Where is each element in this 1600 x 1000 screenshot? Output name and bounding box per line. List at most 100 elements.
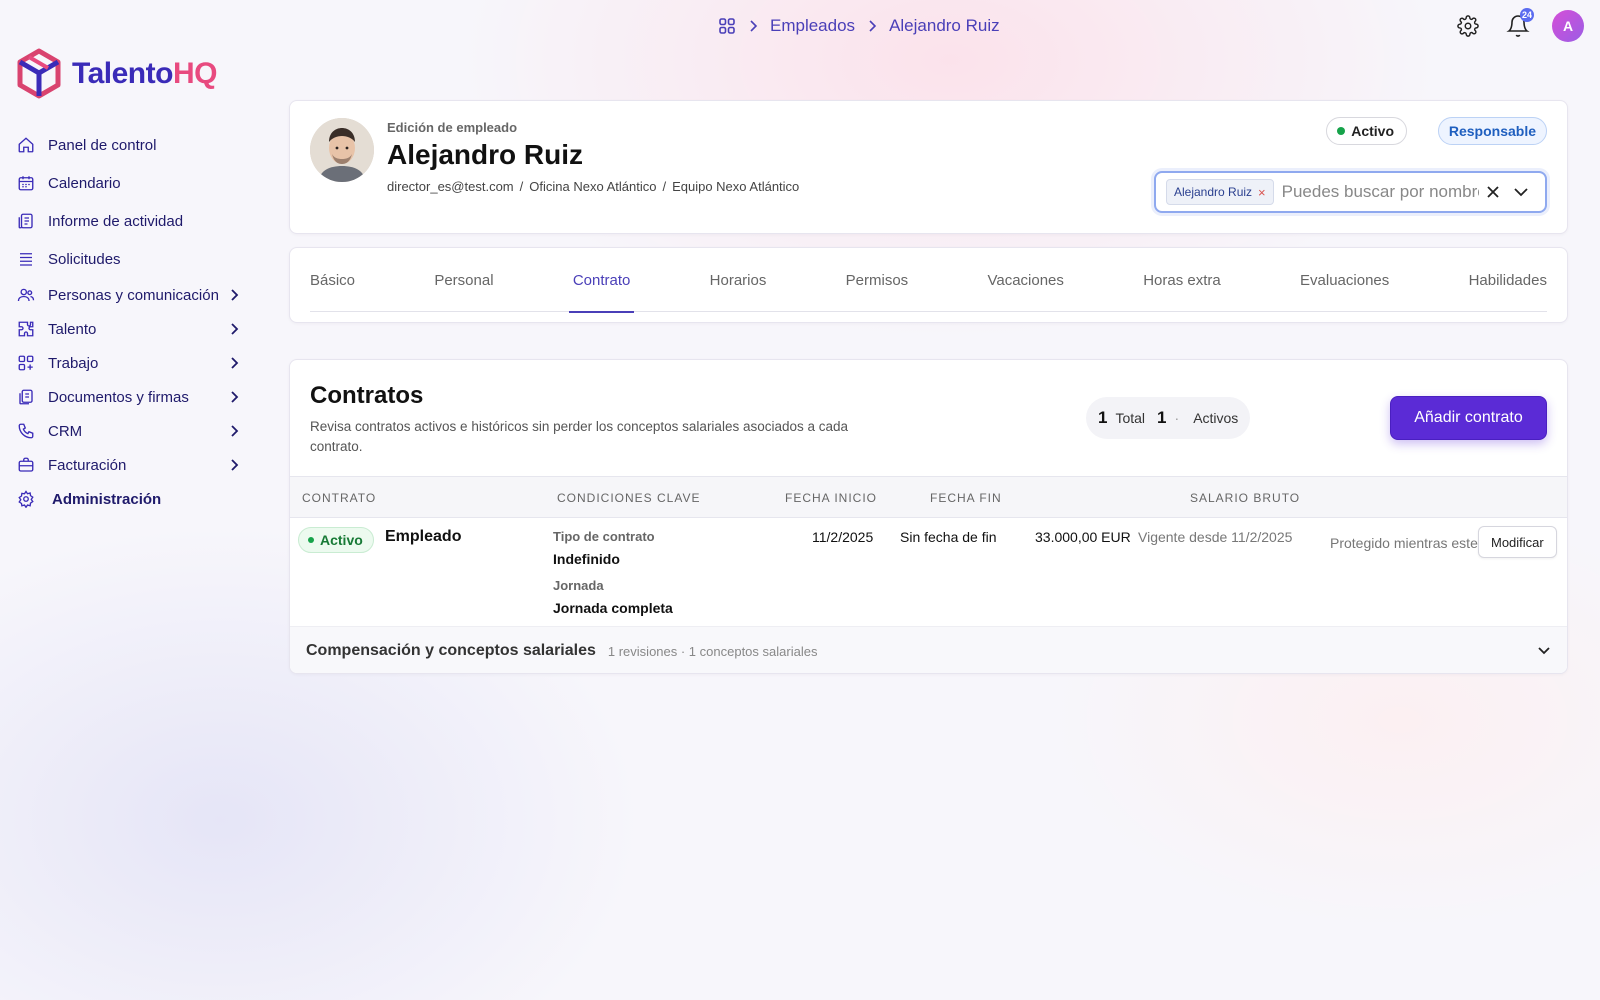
active-count: 1 <box>1157 408 1167 427</box>
compensation-summary: 1 revisiones · 1 conceptos salariales <box>607 643 818 659</box>
col-conditions: CONDICIONES CLAVE <box>557 491 701 505</box>
breadcrumb-current: Alejandro Ruiz <box>889 16 1000 35</box>
contracts-description: Revisa contratos activos e históricos si… <box>310 419 849 454</box>
phone-icon <box>16 421 36 441</box>
remove-chip-icon[interactable]: × <box>1258 185 1266 200</box>
clear-search-icon[interactable] <box>1479 178 1507 206</box>
col-gross-salary: SALARIO BRUTO <box>1190 491 1301 505</box>
notifications-button[interactable]: 24 <box>1502 8 1534 42</box>
chevron-right-icon <box>226 424 242 438</box>
tab-evaluations[interactable]: Evaluaciones <box>1300 248 1389 312</box>
list-icon <box>16 249 36 269</box>
contract-status-badge: Activo <box>298 527 374 553</box>
sidebar-item-documents[interactable]: Documentos y firmas <box>16 380 242 414</box>
chevron-right-icon <box>226 390 242 404</box>
employee-header-card: Edición de empleado Alejandro Ruiz direc… <box>289 100 1568 234</box>
chevron-right-icon <box>226 288 242 302</box>
calendar-icon <box>16 173 36 193</box>
puzzle-icon <box>16 319 36 339</box>
workday-value: Jornada completa <box>553 600 673 616</box>
employee-name: Alejandro Ruiz <box>387 139 584 170</box>
workday-label: Jornada <box>553 578 604 593</box>
user-avatar-button[interactable]: A <box>1552 10 1584 42</box>
total-count: 1 <box>1098 408 1108 427</box>
employee-search-select[interactable]: Alejandro Ruiz × <box>1154 171 1547 213</box>
table-row: Activo Empleado Tipo de contrato Indefin… <box>290 518 1567 626</box>
sidebar-item-calendar[interactable]: Calendario <box>16 164 242 202</box>
tab-leaves[interactable]: Permisos <box>846 248 909 312</box>
sidebar-item-billing[interactable]: Facturación <box>16 448 242 482</box>
people-icon <box>16 285 36 305</box>
chevron-down-icon[interactable] <box>1507 178 1535 206</box>
contract-type-label: Tipo de contrato <box>553 529 655 544</box>
gear-icon <box>16 489 36 509</box>
contracts-totals: 1 Total 1 · Activos <box>1086 397 1251 439</box>
protected-note: Protegido mientras este <box>1330 535 1478 551</box>
totals-separator: · <box>1174 410 1180 426</box>
chevron-right-icon <box>226 458 242 472</box>
selected-employee-chip: Alejandro Ruiz × <box>1166 179 1274 205</box>
tab-overtime[interactable]: Horas extra <box>1143 248 1221 312</box>
tab-personal[interactable]: Personal <box>434 248 493 312</box>
employee-photo <box>310 118 374 182</box>
sidebar-item-administration[interactable]: Administración <box>16 482 242 516</box>
tab-skills[interactable]: Habilidades <box>1469 248 1547 312</box>
add-contract-button[interactable]: Añadir contrato <box>1390 396 1547 440</box>
employee-email: director_es@test.com <box>387 179 514 194</box>
sidebar-item-requests[interactable]: Solicitudes <box>16 240 242 278</box>
apps-grid-icon[interactable] <box>718 17 736 35</box>
active-label: Activos <box>1193 410 1239 426</box>
report-icon <box>16 211 36 231</box>
cube-logo-icon <box>17 48 61 99</box>
employee-role-badge: Responsable <box>1437 117 1547 145</box>
status-dot <box>308 537 314 543</box>
contracts-card: Contratos Revisa contratos activos e his… <box>289 359 1568 674</box>
employee-search-input[interactable] <box>1281 182 1479 202</box>
employee-meta: director_es@test.com / Oficina Nexo Atlá… <box>387 179 799 194</box>
tab-contract[interactable]: Contrato <box>568 248 634 313</box>
sidebar-item-work[interactable]: Trabajo <box>16 346 242 380</box>
chevron-down-icon <box>1537 646 1551 656</box>
grid-plus-icon <box>16 353 36 373</box>
compensation-title: Compensación y conceptos salariales <box>306 642 596 659</box>
salary-valid-since: Vigente desde 11/2/2025 <box>1138 529 1293 545</box>
chevron-right-icon <box>226 356 242 370</box>
start-date: 11/2/2025 <box>812 529 874 545</box>
brand-name: TalentoHQ <box>72 57 217 90</box>
sidebar-item-people[interactable]: Personas y comunicación <box>16 278 242 312</box>
contracts-title: Contratos <box>310 382 424 409</box>
compensation-section-toggle[interactable]: Compensación y conceptos salariales 1 re… <box>290 626 1567 673</box>
tab-schedules[interactable]: Horarios <box>710 248 767 312</box>
contract-name: Empleado <box>385 528 462 545</box>
home-icon <box>16 135 36 155</box>
breadcrumb: Empleados Alejandro Ruiz <box>718 14 1000 38</box>
sidebar-item-talent[interactable]: Talento <box>16 312 242 346</box>
total-label: Total <box>1115 410 1146 426</box>
notification-count-badge: 24 <box>1519 8 1534 22</box>
contracts-table-header: CONTRATO CONDICIONES CLAVE FECHA INICIO … <box>290 476 1567 518</box>
modify-contract-button[interactable]: Modificar <box>1478 526 1557 558</box>
brand-logo[interactable]: TalentoHQ <box>16 48 217 100</box>
settings-button[interactable] <box>1452 10 1484 42</box>
sidebar-item-crm[interactable]: CRM <box>16 414 242 448</box>
end-date: Sin fecha de fin <box>900 529 997 545</box>
contract-type-value: Indefinido <box>553 551 620 567</box>
col-contract: CONTRATO <box>302 491 377 505</box>
col-start-date: FECHA INICIO <box>785 491 878 505</box>
chevron-right-icon <box>226 322 242 336</box>
sidebar-item-panel[interactable]: Panel de control <box>16 126 242 164</box>
meta-separator: / <box>662 179 667 194</box>
status-dot <box>1337 127 1346 135</box>
tab-basic[interactable]: Básico <box>310 248 355 312</box>
breadcrumb-link-employees[interactable]: Empleados <box>770 16 855 36</box>
employee-tabs: Básico Personal Contrato Horarios Permis… <box>310 248 1547 313</box>
gear-icon <box>1457 15 1479 37</box>
chevron-right-icon <box>748 19 758 33</box>
col-end-date: FECHA FIN <box>930 491 1002 505</box>
documents-icon <box>16 387 36 407</box>
sidebar-item-activity-report[interactable]: Informe de actividad <box>16 202 242 240</box>
tab-vacations[interactable]: Vacaciones <box>987 248 1063 312</box>
sidebar-nav: Panel de control Calendario Informe de a… <box>16 126 242 516</box>
top-actions: 24 A <box>1452 8 1584 42</box>
chevron-right-icon <box>867 19 877 33</box>
